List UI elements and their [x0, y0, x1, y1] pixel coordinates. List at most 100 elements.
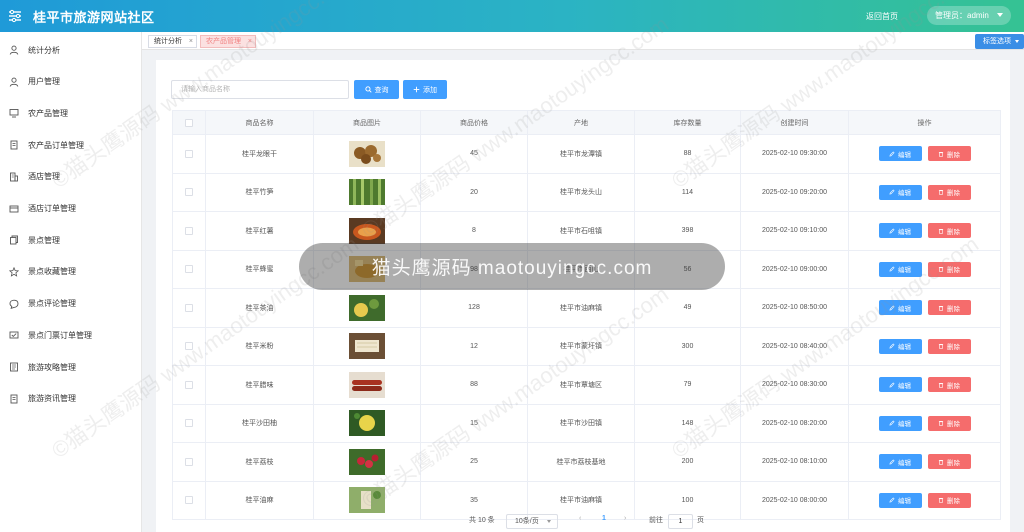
- row-checkbox[interactable]: [185, 303, 193, 312]
- product-stock-cell: 398: [634, 211, 741, 251]
- tab-options-button[interactable]: 标签选项: [975, 34, 1024, 49]
- trash-icon: [938, 305, 944, 311]
- row-checkbox[interactable]: [185, 342, 193, 351]
- close-icon[interactable]: ×: [189, 36, 193, 47]
- row-select-cell[interactable]: [172, 172, 206, 212]
- delete-button[interactable]: 删除: [927, 223, 971, 239]
- row-checkbox[interactable]: [185, 226, 193, 235]
- sidebar-item[interactable]: 农产品订单管理: [0, 135, 142, 155]
- actions-cell: 编辑 删除: [848, 403, 1001, 443]
- next-page-icon[interactable]: ›: [624, 515, 626, 522]
- delete-button[interactable]: 删除: [927, 454, 971, 470]
- sidebar-item[interactable]: 旅游攻略管理: [0, 357, 142, 377]
- delete-button[interactable]: 删除: [927, 184, 971, 200]
- tab-label: 统计分析: [154, 38, 182, 45]
- tab-products[interactable]: 农产品管理 ×: [200, 35, 256, 48]
- row-select-cell[interactable]: [172, 326, 206, 366]
- edit-button[interactable]: 编辑: [878, 338, 922, 354]
- select-all-cell[interactable]: [172, 110, 206, 135]
- product-thumbnail: [349, 256, 385, 283]
- edit-button[interactable]: 编辑: [878, 300, 922, 316]
- sidebar-item[interactable]: 酒店管理: [0, 167, 142, 187]
- row-checkbox[interactable]: [185, 496, 193, 505]
- sidebar-item[interactable]: 旅游资讯管理: [0, 389, 142, 409]
- edit-button[interactable]: 编辑: [878, 415, 922, 431]
- delete-button[interactable]: 删除: [927, 338, 971, 354]
- prev-page-icon[interactable]: ‹: [579, 515, 581, 522]
- delete-button[interactable]: 删除: [927, 300, 971, 316]
- current-page-number[interactable]: 1: [602, 515, 606, 522]
- ticket-icon: [9, 330, 19, 340]
- trash-icon: [938, 382, 944, 388]
- goto-page-input[interactable]: 1: [668, 514, 693, 529]
- row-checkbox[interactable]: [185, 149, 193, 158]
- product-image-cell: [313, 249, 421, 289]
- row-select-cell[interactable]: [172, 365, 206, 405]
- sidebar-item[interactable]: 酒店订单管理: [0, 199, 142, 219]
- tab-statistics[interactable]: 统计分析 ×: [148, 35, 197, 48]
- menu-toggle-icon[interactable]: [8, 9, 22, 23]
- product-thumbnail: [349, 487, 385, 514]
- sidebar-item[interactable]: 景点管理: [0, 230, 142, 250]
- sidebar-item[interactable]: 景点门票订单管理: [0, 325, 142, 345]
- sidebar-item-label: 农产品订单管理: [28, 140, 84, 150]
- product-thumbnail: [349, 333, 385, 360]
- product-name-cell: 桂平荔枝: [205, 442, 314, 482]
- sidebar-item[interactable]: 景点评论管理: [0, 294, 142, 314]
- delete-button[interactable]: 删除: [927, 261, 971, 277]
- product-thumbnail: [349, 448, 385, 475]
- edit-button[interactable]: 编辑: [878, 454, 922, 470]
- delete-button[interactable]: 删除: [927, 492, 971, 508]
- edit-icon: [889, 497, 895, 503]
- page-size-select[interactable]: 10条/页: [506, 514, 558, 529]
- product-stock-cell: 56: [634, 249, 741, 289]
- edit-button[interactable]: 编辑: [878, 184, 922, 200]
- product-price-cell: 15: [420, 403, 528, 443]
- edit-button-label: 编辑: [898, 151, 911, 159]
- sidebar-item[interactable]: 农产品管理: [0, 103, 142, 123]
- product-origin-cell: 桂平市石咀镇: [527, 211, 635, 251]
- row-select-cell[interactable]: [172, 288, 206, 328]
- add-button[interactable]: 添加: [403, 80, 447, 99]
- delete-button[interactable]: 删除: [927, 377, 971, 393]
- delete-button-label: 删除: [947, 382, 960, 390]
- sidebar-item[interactable]: 景点收藏管理: [0, 262, 142, 282]
- row-select-cell[interactable]: [172, 211, 206, 251]
- row-select-cell[interactable]: [172, 403, 206, 443]
- product-image-cell: [313, 480, 421, 520]
- row-checkbox[interactable]: [185, 265, 193, 274]
- star-icon: [9, 266, 19, 277]
- delete-button[interactable]: 删除: [927, 415, 971, 431]
- created-time-cell: 2025-02-10 09:00:00: [740, 249, 849, 289]
- product-name-search-input[interactable]: 请输入商品名称: [171, 80, 349, 99]
- row-select-cell[interactable]: [172, 249, 206, 289]
- row-checkbox[interactable]: [185, 457, 193, 466]
- delete-button-label: 删除: [947, 190, 960, 198]
- sidebar-item[interactable]: 用户管理: [0, 72, 142, 92]
- trash-icon: [938, 228, 944, 234]
- product-thumbnail: [349, 140, 385, 167]
- admin-dropdown[interactable]: 管理员：admin: [927, 6, 1011, 25]
- edit-button[interactable]: 编辑: [878, 146, 922, 162]
- row-select-cell[interactable]: [172, 442, 206, 482]
- row-select-cell[interactable]: [172, 134, 206, 174]
- product-stock-cell: 114: [634, 172, 741, 212]
- product-name-cell: 桂平米粉: [205, 326, 314, 366]
- row-checkbox[interactable]: [185, 419, 193, 428]
- row-checkbox[interactable]: [185, 188, 193, 197]
- product-origin-cell: 桂平市油麻镇: [527, 288, 635, 328]
- close-icon[interactable]: ×: [248, 36, 252, 47]
- row-select-cell[interactable]: [172, 480, 206, 520]
- edit-button[interactable]: 编辑: [878, 261, 922, 277]
- product-price-cell: 8: [420, 211, 528, 251]
- sidebar-item[interactable]: 统计分析: [0, 40, 142, 60]
- home-link[interactable]: 返回首页: [866, 11, 898, 22]
- select-all-checkbox[interactable]: [185, 118, 193, 127]
- edit-button[interactable]: 编辑: [878, 377, 922, 393]
- edit-button[interactable]: 编辑: [878, 223, 922, 239]
- search-button[interactable]: 查询: [354, 80, 399, 99]
- user-icon: [9, 77, 19, 87]
- edit-button[interactable]: 编辑: [878, 492, 922, 508]
- delete-button[interactable]: 删除: [927, 146, 971, 162]
- row-checkbox[interactable]: [185, 380, 193, 389]
